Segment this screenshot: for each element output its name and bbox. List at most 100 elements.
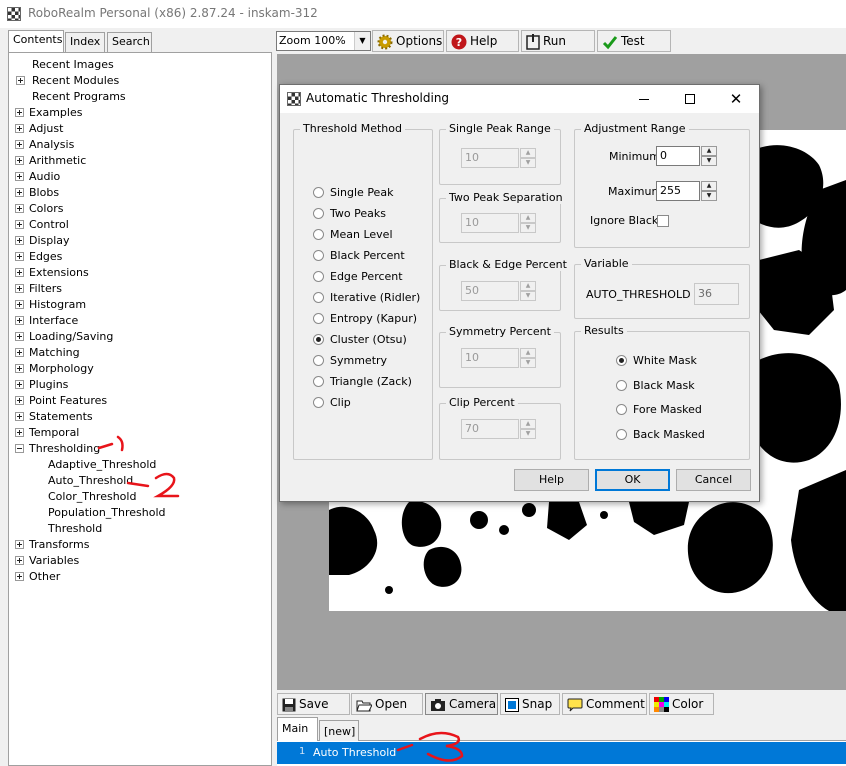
threshold-method-radio[interactable]: Single Peak [313,186,423,200]
tree-item[interactable]: Auto_Threshold [9,473,269,489]
results-radio[interactable]: Fore Masked [616,403,726,417]
expand-icon[interactable] [15,348,24,357]
tree-item[interactable]: Threshold [9,521,269,537]
comment-button[interactable]: Comment [562,693,647,715]
radio-button-icon[interactable] [616,428,627,440]
expand-icon[interactable] [15,380,24,389]
expand-icon[interactable] [16,76,25,85]
expand-icon[interactable] [15,284,24,293]
tab-contents[interactable]: Contents [8,30,64,52]
color-button[interactable]: Color [649,693,714,715]
expand-icon[interactable] [15,172,24,181]
tree-item[interactable]: Adaptive_Threshold [9,457,269,473]
expand-icon[interactable] [15,204,24,213]
tab-main[interactable]: Main [277,717,318,741]
threshold-method-radio[interactable]: Clip [313,396,423,410]
open-button[interactable]: Open [351,693,423,715]
help-dialog-button[interactable]: Help [514,469,589,491]
radio-button-icon[interactable] [313,229,324,240]
expand-icon[interactable] [15,156,24,165]
tree-item[interactable]: Recent Programs [9,89,269,105]
expand-icon[interactable] [15,188,24,197]
tree-item[interactable]: Display [9,233,269,249]
maximize-icon[interactable] [680,89,700,109]
expand-icon[interactable] [15,124,24,133]
results-radio[interactable]: Black Mask [616,379,726,393]
tree-item[interactable]: Transforms [9,537,269,553]
spin-down-icon[interactable]: ▼ [701,191,717,201]
pipeline-row[interactable]: 1 Auto Threshold [277,742,846,764]
radio-button-icon[interactable] [616,379,627,391]
spin-down-icon[interactable]: ▼ [701,156,717,166]
collapse-icon[interactable] [15,444,24,453]
tree-item[interactable]: Adjust [9,121,269,137]
tree-item[interactable]: Population_Threshold [9,505,269,521]
radio-button-icon[interactable] [313,334,324,345]
radio-button-icon[interactable] [313,397,324,408]
threshold-method-radio[interactable]: Triangle (Zack) [313,375,423,389]
tree-item[interactable]: Analysis [9,137,269,153]
cancel-button[interactable]: Cancel [676,469,751,491]
expand-icon[interactable] [15,220,24,229]
results-radio[interactable]: Back Masked [616,428,726,442]
expand-icon[interactable] [15,540,24,549]
tree-item[interactable]: Recent Images [9,57,269,73]
test-button[interactable]: Test [597,30,671,52]
tree-item[interactable]: Variables [9,553,269,569]
radio-button-icon[interactable] [616,404,627,415]
threshold-method-radio[interactable]: Two Peaks [313,207,423,221]
module-tree[interactable]: Recent Images Recent Modules Recent Progra… [8,52,272,766]
tab-new[interactable]: [new] [319,720,359,741]
threshold-method-radio[interactable]: Mean Level [313,228,423,242]
tree-item[interactable]: Matching [9,345,269,361]
ok-button[interactable]: OK [595,469,670,491]
expand-icon[interactable] [15,572,24,581]
threshold-method-radio[interactable]: Edge Percent [313,270,423,284]
radio-button-icon[interactable] [313,355,324,366]
radio-button-icon[interactable] [313,292,324,303]
expand-icon[interactable] [15,428,24,437]
results-radio[interactable]: White Mask [616,354,726,368]
tree-item[interactable]: Interface [9,313,269,329]
tab-index[interactable]: Index [65,32,105,52]
expand-icon[interactable] [15,140,24,149]
zoom-select[interactable]: Zoom 100% ▼ [276,31,371,51]
maximum-input[interactable]: 255 [656,181,700,201]
expand-icon[interactable] [15,108,24,117]
radio-button-icon[interactable] [313,313,324,324]
tree-item[interactable]: Colors [9,201,269,217]
tree-item[interactable]: Extensions [9,265,269,281]
options-button[interactable]: Options [372,30,444,52]
help-button[interactable]: ? Help [446,30,519,52]
tab-search[interactable]: Search [107,32,152,52]
radio-button-icon[interactable] [313,376,324,387]
expand-icon[interactable] [15,316,24,325]
minimize-icon[interactable] [634,89,654,109]
tree-item[interactable]: Examples [9,105,269,121]
tree-item[interactable]: Morphology [9,361,269,377]
radio-button-icon[interactable] [313,271,324,282]
tree-item[interactable]: Temporal [9,425,269,441]
tree-item[interactable]: Recent Modules [9,73,269,89]
tree-item[interactable]: Statements [9,409,269,425]
expand-icon[interactable] [15,252,24,261]
expand-icon[interactable] [15,412,24,421]
expand-icon[interactable] [15,236,24,245]
tree-item[interactable]: Blobs [9,185,269,201]
minimum-input[interactable]: 0 [656,146,700,166]
expand-icon[interactable] [15,300,24,309]
tree-item[interactable]: Color_Threshold [9,489,269,505]
camera-button[interactable]: Camera [425,693,498,715]
snap-button[interactable]: Snap [500,693,560,715]
tree-item[interactable]: Loading/Saving [9,329,269,345]
expand-icon[interactable] [15,556,24,565]
run-button[interactable]: Run [521,30,595,52]
chevron-down-icon[interactable]: ▼ [354,32,370,50]
radio-button-icon[interactable] [313,250,324,261]
threshold-method-radio[interactable]: Symmetry [313,354,423,368]
ignore-black-checkbox[interactable] [657,215,669,227]
tree-item[interactable]: Point Features [9,393,269,409]
tree-item[interactable]: Arithmetic [9,153,269,169]
radio-button-icon[interactable] [616,355,627,366]
threshold-method-radio[interactable]: Black Percent [313,249,423,263]
